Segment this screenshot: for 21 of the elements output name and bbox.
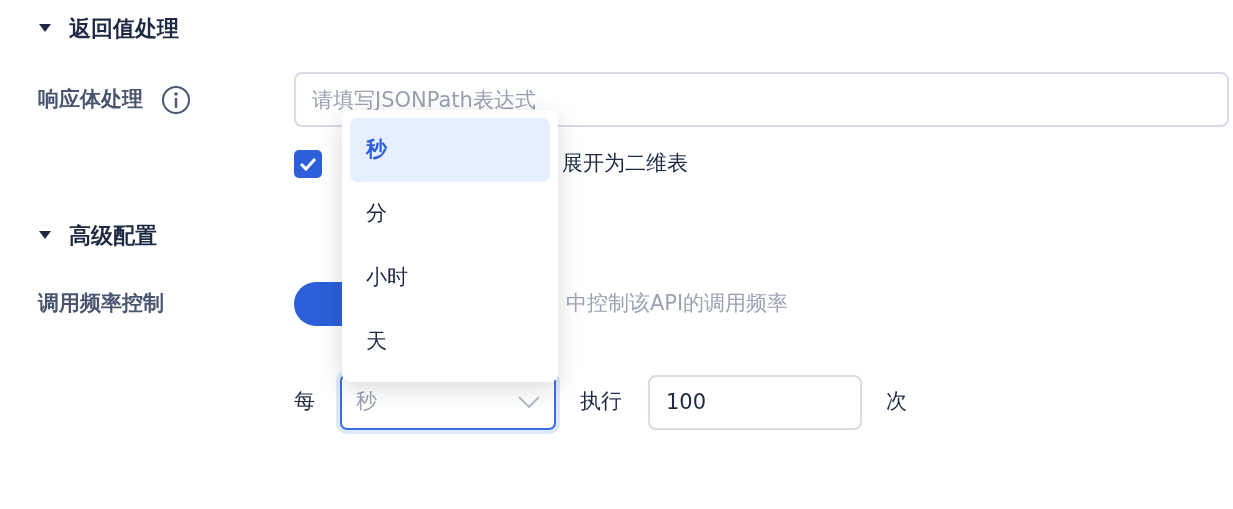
middle-text: 执行 <box>580 388 622 416</box>
section-title: 高级配置 <box>69 221 157 250</box>
section-title: 返回值处理 <box>69 14 179 43</box>
field-label: 响应体处理 <box>38 85 143 113</box>
caret-icon[interactable] <box>38 230 52 240</box>
checkbox[interactable] <box>294 150 322 178</box>
count-input[interactable]: 100 <box>648 374 862 430</box>
dropdown-option[interactable]: 小时 <box>350 246 550 310</box>
prefix-text: 每 <box>294 388 315 416</box>
field-label: 调用频率控制 <box>36 290 165 318</box>
jsonpath-input[interactable]: 请填写JSONPath表达式 <box>294 72 1229 127</box>
switch-description: 中控制该API的调用频率 <box>566 290 789 318</box>
dropdown-option[interactable]: 分 <box>350 182 550 246</box>
dropdown-option[interactable]: 天 <box>350 310 550 374</box>
dropdown-option[interactable]: 秒 <box>350 118 550 182</box>
checkmark-icon <box>299 157 317 171</box>
checkbox-label: 展开为二维表 <box>562 150 688 178</box>
chevron-down-icon <box>518 396 540 408</box>
info-icon[interactable] <box>161 84 191 115</box>
suffix-text: 次 <box>886 388 907 416</box>
caret-icon[interactable] <box>38 23 52 33</box>
